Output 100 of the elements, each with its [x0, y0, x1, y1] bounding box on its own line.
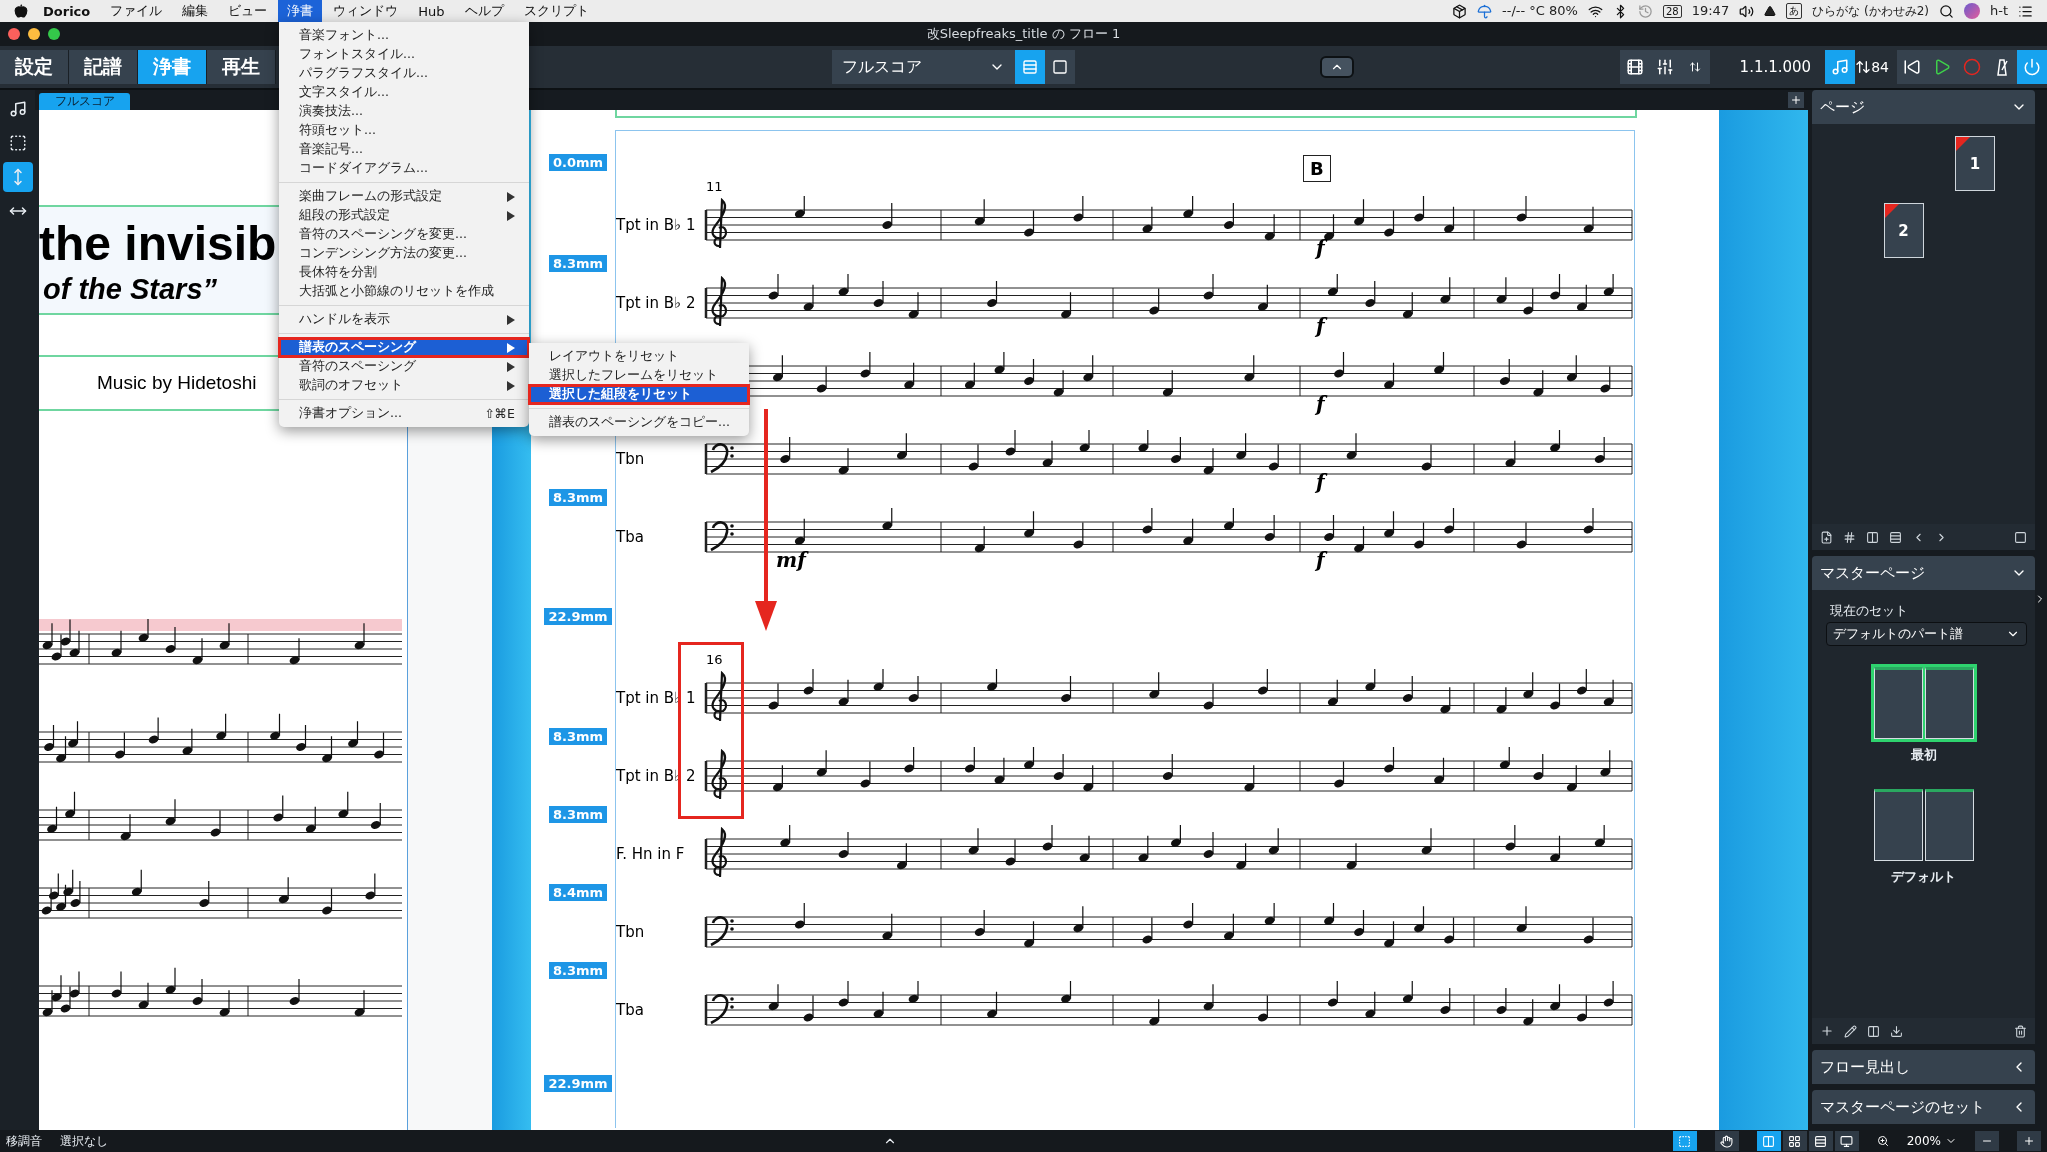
section-header[interactable]: マスターページ	[1812, 556, 2035, 590]
hash-icon[interactable]	[1843, 530, 1856, 544]
input-method[interactable]: ひらがな (かわせみ2)	[1812, 3, 1929, 19]
menu-item[interactable]: 文字スタイル...	[279, 83, 529, 102]
view-button[interactable]	[1045, 50, 1075, 84]
zoom-select[interactable]: 200%	[1906, 1134, 1957, 1148]
zoom-in-button[interactable]	[2017, 1131, 2041, 1151]
layout-select[interactable]: フルスコア	[832, 50, 1015, 84]
note-icon	[8, 100, 27, 118]
zoom-button[interactable]	[48, 28, 60, 40]
page-view-button[interactable]	[1808, 1131, 1833, 1151]
menu-title[interactable]: ヘルプ	[455, 0, 513, 22]
list-icon[interactable]	[2018, 3, 2033, 19]
menu-item[interactable]: 歌詞のオフセット	[279, 376, 529, 395]
metronome-button[interactable]	[1987, 50, 2017, 84]
page-view-button[interactable]	[1782, 1131, 1807, 1151]
rewind-icon	[1903, 58, 1921, 76]
user-name[interactable]: h-t	[1989, 3, 2008, 19]
record-icon	[1963, 58, 1981, 76]
add-icon[interactable]	[1820, 1024, 1834, 1038]
menu-item[interactable]: 符頭セット...	[279, 121, 529, 140]
user-avatar[interactable]	[1963, 3, 1980, 19]
menu-item[interactable]: パラグラフスタイル...	[279, 64, 529, 83]
menu-item[interactable]: 音楽フォント...	[279, 26, 529, 45]
mode-tab[interactable]: 記譜	[69, 50, 138, 84]
staff-name: Tpt in B♭ 2	[616, 294, 696, 312]
delete-icon[interactable]	[2014, 1024, 2027, 1038]
add-tab-button[interactable]	[1788, 92, 1804, 108]
rewind-button[interactable]	[1897, 50, 1927, 84]
volume-icon[interactable]	[1739, 3, 1755, 19]
transposition-status: 移調音	[6, 1132, 42, 1150]
mode-tab[interactable]: 再生	[207, 50, 276, 84]
menu-item[interactable]: コンデンシング方法の変更...	[279, 244, 529, 263]
add-page-icon[interactable]	[1820, 530, 1833, 544]
video-button[interactable]	[1619, 50, 1650, 84]
clear-icon[interactable]	[2014, 530, 2027, 544]
menu-item[interactable]: 音符のスペーシングを変更...	[279, 225, 529, 244]
galley-icon	[1022, 59, 1038, 75]
umbrella-icon[interactable]	[1477, 3, 1493, 19]
menu-item[interactable]: 演奏技法...	[279, 102, 529, 121]
page-view-button[interactable]	[1834, 1131, 1859, 1151]
rows-icon[interactable]	[1889, 530, 1902, 544]
staff-name: Tbn	[616, 450, 645, 468]
menu-title[interactable]: 浄書	[278, 0, 323, 22]
menu-item[interactable]: 浄書オプション... ⇧⌘E	[279, 404, 529, 423]
menu-title[interactable]: ウィンドウ	[324, 0, 408, 22]
section-header[interactable]: マスターページのセット	[1812, 1090, 2035, 1124]
date-badge[interactable]: 28	[1662, 4, 1682, 18]
menu-item[interactable]: コードダイアグラム...	[279, 159, 529, 178]
hand-tool-button[interactable]	[1714, 1131, 1739, 1151]
zoom-out-button[interactable]	[1975, 1131, 1999, 1151]
master-page-thumbnail[interactable]	[1870, 664, 1977, 742]
page-thumbnail[interactable]: 2	[1883, 203, 1924, 258]
edit-icon[interactable]	[1844, 1024, 1857, 1038]
menu-title[interactable]: 編集	[173, 0, 218, 22]
menu-item[interactable]: 長休符を分割	[279, 263, 529, 282]
page-view-button[interactable]	[1756, 1131, 1781, 1151]
menu-item[interactable]: 楽曲フレームの形式設定	[279, 187, 529, 206]
menu-item[interactable]: ハンドルを表示	[279, 310, 529, 329]
mini-transport-button[interactable]	[1679, 50, 1710, 84]
search-icon[interactable]	[1938, 3, 1954, 19]
box-icon[interactable]	[1452, 3, 1468, 19]
menu-title[interactable]: ファイル	[101, 0, 172, 22]
menu-item[interactable]: 選択した組段をリセット	[529, 385, 749, 404]
columns-icon[interactable]	[1866, 530, 1879, 544]
clock[interactable]: 19:47	[1691, 3, 1730, 19]
select-tool-button[interactable]	[1672, 1131, 1697, 1151]
section-header[interactable]: フロー見出し	[1812, 1050, 2035, 1084]
duplicate-icon[interactable]	[1867, 1024, 1880, 1038]
minimize-button[interactable]	[28, 28, 40, 40]
menu-item[interactable]: 譜表のスペーシング	[279, 338, 529, 357]
menu-item[interactable]: 組段の形式設定	[279, 206, 529, 225]
eject-icon[interactable]	[1764, 5, 1777, 17]
page-thumbnail[interactable]: 1	[1955, 136, 1995, 191]
menu-item[interactable]: 大括弧と小節線のリセットを作成	[279, 282, 529, 301]
menu-item[interactable]: フォントスタイル...	[279, 45, 529, 64]
note-button[interactable]	[1825, 50, 1856, 84]
menu-item[interactable]: レイアウトをリセット	[529, 347, 749, 366]
menu-item[interactable]: 選択したフレームをリセット	[529, 366, 749, 385]
expand-button[interactable]	[1320, 56, 1354, 78]
layout-tab[interactable]: フルスコア	[39, 93, 130, 110]
menu-item[interactable]: 音楽記号...	[279, 140, 529, 159]
menu-title[interactable]: ビュー	[219, 0, 277, 22]
set-label: 現在のセット	[1830, 602, 1909, 620]
menu-item[interactable]: 音符のスペーシング	[279, 357, 529, 376]
input-source-badge[interactable]: あ	[1786, 3, 1803, 19]
frame-icon	[8, 134, 27, 152]
menu-title[interactable]: Hub	[409, 1, 454, 21]
menu-title[interactable]: スクリプト	[514, 0, 598, 22]
section-header[interactable]: ページ	[1812, 90, 2035, 124]
master-set-select[interactable]: デフォルトのパート譜	[1826, 622, 2027, 646]
weather-status[interactable]: --/-- °C 80%	[1502, 3, 1578, 19]
menu-item[interactable]: 譜表のスペーシングをコピー...	[529, 413, 749, 432]
tool-button[interactable]	[2, 162, 33, 192]
wifi-icon[interactable]	[1587, 3, 1603, 19]
apple-icon[interactable]	[14, 4, 28, 18]
import-icon[interactable]	[1890, 1024, 1903, 1038]
close-button[interactable]	[8, 28, 20, 40]
mode-tab[interactable]: 設定	[0, 50, 69, 84]
app-menu[interactable]: Dorico	[34, 1, 100, 21]
